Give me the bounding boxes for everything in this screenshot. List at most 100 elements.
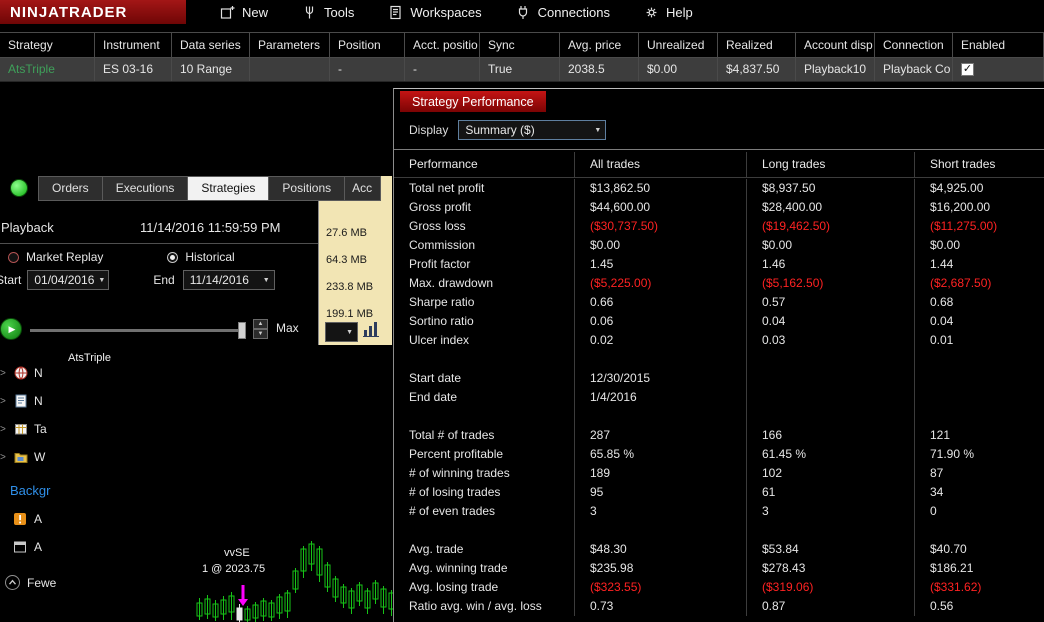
performance-row[interactable]: # of even trades 3 3 0 [394, 502, 1044, 521]
performance-row[interactable]: # of winning trades 189 102 87 [394, 464, 1044, 483]
performance-metric-value: 0.04 [746, 312, 914, 331]
performance-row[interactable]: Max. drawdown ($5,225.00) ($5,162.50) ($2,6… [394, 274, 1044, 293]
performance-row[interactable]: Avg. losing trade ($323.55) ($319.06) ($331… [394, 578, 1044, 597]
performance-row[interactable]: Avg. trade $48.30 $53.84 $40.70 [394, 540, 1044, 559]
column-header-parameters[interactable]: Parameters [250, 33, 330, 57]
menu-workspaces[interactable]: Workspaces [388, 5, 482, 20]
interval-select[interactable]: ▼ [325, 322, 358, 342]
performance-row[interactable]: Start date 12/30/2015 [394, 369, 1044, 388]
performance-table-body: Total net profit $13,862.50 $8,937.50 $4,92… [394, 179, 1044, 622]
column-header-instrument[interactable]: Instrument [95, 33, 172, 57]
spinner-up-button[interactable]: ▲ [253, 319, 268, 329]
performance-metric-label: # of losing trades [409, 485, 501, 499]
property-item[interactable]: A [12, 510, 42, 528]
menu-new[interactable]: New [220, 5, 268, 20]
spinner-down-button[interactable]: ▼ [253, 329, 268, 339]
performance-metric-value: ($2,687.50) [914, 274, 1044, 293]
display-select[interactable]: Summary ($) ▼ [458, 120, 607, 140]
select-value: 11/14/2016 [189, 273, 249, 287]
tab-accounts[interactable]: Acc [345, 176, 382, 201]
end-date-select[interactable]: 11/14/2016 ▼ [182, 270, 275, 290]
performance-row[interactable]: Sortino ratio 0.06 0.04 0.04 [394, 312, 1044, 331]
performance-row[interactable]: Percent profitable 65.85 % 61.45 % 71.90 % [394, 445, 1044, 464]
start-date-select[interactable]: 01/04/2016 ▼ [27, 270, 110, 290]
performance-row[interactable]: Profit factor 1.45 1.46 1.44 [394, 255, 1044, 274]
perf-column-performance[interactable]: Performance [394, 152, 574, 177]
tab-executions[interactable]: Executions [102, 176, 189, 201]
column-header-account-display[interactable]: Account disp [796, 33, 875, 57]
tab-strategies[interactable]: Strategies [188, 176, 270, 201]
performance-row[interactable] [394, 350, 1044, 369]
cell-unrealized: $0.00 [639, 58, 718, 81]
performance-row[interactable]: Ratio avg. win / avg. loss 0.73 0.87 0.56 [394, 597, 1044, 616]
strategy-row[interactable]: AtsTriple ES 03-16 10 Range - - True 203… [0, 58, 1044, 82]
menu-connections[interactable]: Connections [516, 5, 610, 20]
column-header-avg-price[interactable]: Avg. price [560, 33, 639, 57]
column-header-strategy[interactable]: Strategy [0, 33, 95, 57]
bar-chart-icon[interactable] [362, 319, 382, 342]
chevron-right-icon[interactable]: > [0, 424, 8, 435]
performance-row[interactable]: Total # of trades 287 166 121 [394, 426, 1044, 445]
menu-tools[interactable]: Tools [302, 5, 354, 20]
performance-row[interactable] [394, 521, 1044, 540]
perf-column-all-trades[interactable]: All trades [574, 152, 746, 177]
performance-metric-value: $16,200.00 [914, 198, 1044, 217]
speed-slider[interactable] [30, 322, 246, 339]
performance-row[interactable]: Gross loss ($30,737.50) ($19,462.50) ($11,2… [394, 217, 1044, 236]
performance-row[interactable]: # of losing trades 95 61 34 [394, 483, 1044, 502]
performance-metric-value: 0.87 [746, 597, 914, 616]
performance-metric-value: $44,600.00 [574, 198, 746, 217]
enabled-checkbox[interactable]: ✓ [961, 63, 974, 76]
cell-instrument: ES 03-16 [95, 58, 172, 81]
historical-radio[interactable] [167, 251, 179, 263]
column-header-data-series[interactable]: Data series [172, 33, 250, 57]
tree-item-label: N [34, 366, 43, 380]
performance-row[interactable]: Avg. winning trade $235.98 $278.43 $186.21 [394, 559, 1044, 578]
tab-positions[interactable]: Positions [269, 176, 346, 201]
performance-row[interactable]: Ulcer index 0.02 0.03 0.01 [394, 331, 1044, 350]
historical-radio-group[interactable]: Historical [167, 250, 235, 264]
market-replay-radio[interactable] [8, 251, 19, 263]
column-header-enabled[interactable]: Enabled [953, 33, 1044, 57]
chevron-right-icon[interactable]: > [0, 368, 8, 379]
performance-row[interactable]: End date 1/4/2016 [394, 388, 1044, 407]
perf-column-long-trades[interactable]: Long trades [746, 152, 914, 177]
playback-mode-row: Market Replay Historical [8, 250, 235, 264]
chevron-right-icon[interactable]: > [0, 396, 8, 407]
performance-row[interactable]: Sharpe ratio 0.66 0.57 0.68 [394, 293, 1044, 312]
tree-item[interactable]: > N [0, 392, 43, 410]
column-header-position[interactable]: Position [330, 33, 405, 57]
performance-metric-value: $278.43 [746, 559, 914, 578]
candlestick-chart [196, 541, 394, 622]
menu-help[interactable]: Help [644, 5, 693, 20]
strategies-grid-header: Strategy Instrument Data series Paramete… [0, 32, 1044, 58]
chevron-right-icon[interactable]: > [0, 452, 8, 463]
performance-metric-label: Avg. winning trade [409, 561, 508, 575]
tree-item[interactable]: > W [0, 448, 45, 466]
column-header-unrealized[interactable]: Unrealized [639, 33, 718, 57]
property-item[interactable]: A [12, 538, 42, 556]
market-replay-radio-group[interactable]: Market Replay [8, 250, 103, 264]
perf-column-short-trades[interactable]: Short trades [914, 152, 1044, 177]
performance-metric-value [746, 388, 914, 407]
chevron-down-icon: ▼ [262, 276, 270, 284]
performance-row[interactable] [394, 407, 1044, 426]
tree-item[interactable]: > N [0, 364, 43, 382]
performance-row[interactable]: Total net profit $13,862.50 $8,937.50 $4,92… [394, 179, 1044, 198]
slider-handle[interactable] [238, 322, 246, 339]
fewer-properties-button[interactable]: Fewe [4, 574, 56, 591]
play-button[interactable]: ▶ [0, 318, 22, 340]
tab-orders[interactable]: Orders [38, 176, 103, 201]
tree-item[interactable]: > Ta [0, 420, 47, 438]
background-link[interactable]: Backgr [10, 483, 50, 498]
performance-metric-value: $0.00 [574, 236, 746, 255]
column-header-sync[interactable]: Sync [480, 33, 560, 57]
performance-row[interactable]: Commission $0.00 $0.00 $0.00 [394, 236, 1044, 255]
column-header-acct-position[interactable]: Acct. positio [405, 33, 480, 57]
cell-strategy: AtsTriple [0, 58, 95, 81]
column-header-realized[interactable]: Realized [718, 33, 796, 57]
column-header-connection[interactable]: Connection [875, 33, 953, 57]
performance-metric-value [914, 407, 1044, 426]
window-title[interactable]: Strategy Performance [400, 91, 546, 112]
performance-row[interactable]: Gross profit $44,600.00 $28,400.00 $16,200.… [394, 198, 1044, 217]
